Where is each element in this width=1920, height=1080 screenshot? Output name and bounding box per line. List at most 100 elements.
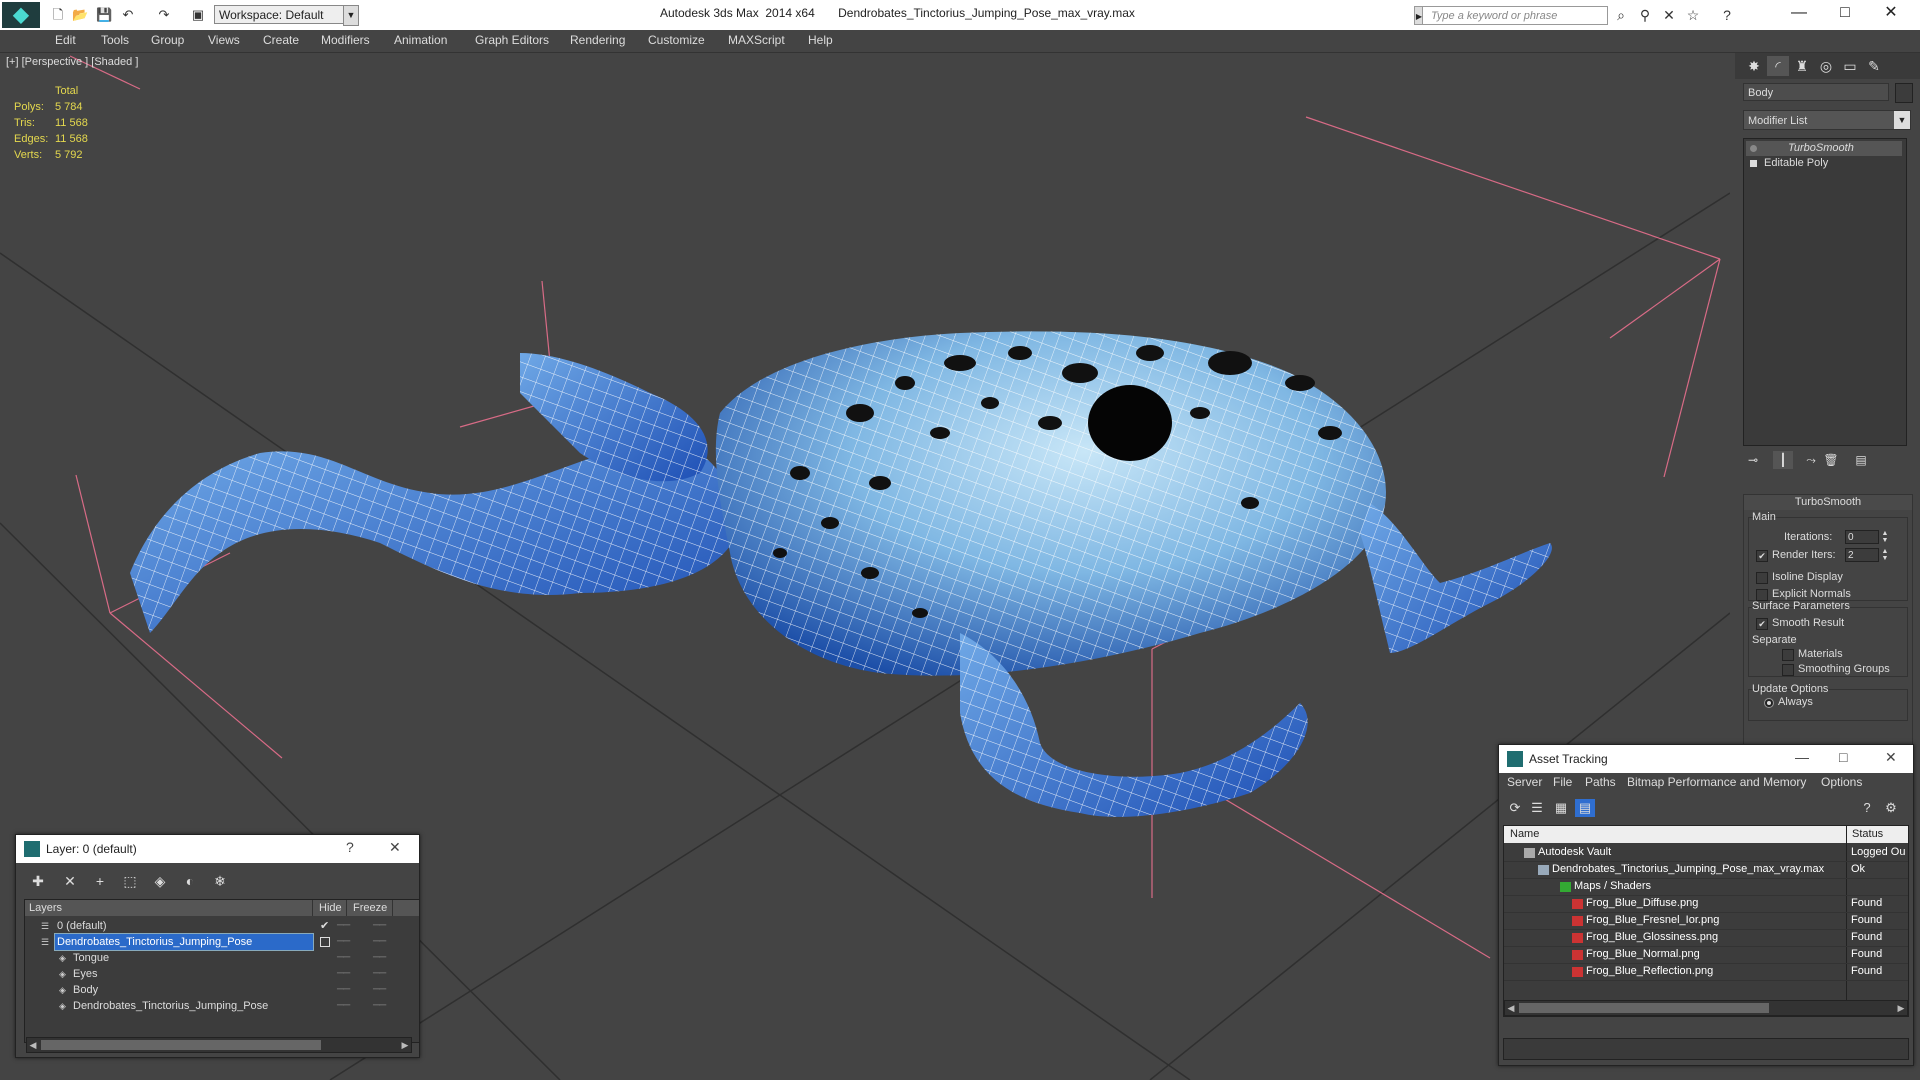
stack-item-editable-poly[interactable]: Editable Poly	[1746, 156, 1902, 171]
hide-toggle[interactable]: ──	[337, 918, 350, 934]
maximize-button[interactable]: □	[1822, 0, 1868, 26]
freeze-all-layers-icon[interactable]: ❄	[210, 871, 230, 891]
hide-column-header[interactable]: Hide	[315, 900, 347, 916]
scroll-right-icon[interactable]: ▶	[399, 1038, 411, 1052]
create-tab-icon[interactable]: ✸	[1743, 56, 1765, 76]
minimize-button[interactable]: —	[1776, 0, 1822, 26]
select-objects-icon[interactable]: ⬚	[120, 871, 140, 891]
display-tab-icon[interactable]: ▭	[1839, 56, 1861, 76]
render-iters-spinner[interactable]: 2	[1845, 548, 1879, 562]
name-column-header[interactable]: Name	[1510, 826, 1539, 843]
scroll-left-icon[interactable]: ◀	[1505, 1001, 1517, 1015]
iterations-spinner[interactable]: 0	[1845, 530, 1879, 544]
undo-icon[interactable]: ↶	[120, 7, 136, 23]
menu-options[interactable]: Options	[1821, 775, 1862, 789]
menu-create[interactable]: Create	[263, 33, 299, 47]
layer-row[interactable]: ☰ 0 (default) ✔ ── ──	[25, 918, 419, 934]
menu-group[interactable]: Group	[151, 33, 184, 47]
rollout-title[interactable]: TurboSmooth	[1744, 495, 1912, 510]
configure-sets-icon[interactable]: ▤	[1851, 451, 1871, 469]
highlight-layer-icon[interactable]: ◈	[150, 871, 170, 891]
menu-server[interactable]: Server	[1507, 775, 1542, 789]
asset-row[interactable]: Frog_Blue_Fresnel_Ior.png Found	[1504, 912, 1908, 930]
lightbulb-icon[interactable]	[1750, 145, 1757, 152]
modify-tab-icon[interactable]: ◜	[1767, 56, 1789, 76]
menu-graph-editors[interactable]: Graph Editors	[475, 33, 549, 47]
asset-row[interactable]: Autodesk Vault Logged Ou	[1504, 844, 1908, 862]
scroll-thumb[interactable]	[41, 1040, 321, 1050]
hierarchy-tab-icon[interactable]: ♜	[1791, 56, 1813, 76]
minimize-icon[interactable]: —	[1795, 749, 1809, 765]
freeze-toggle[interactable]: ──	[373, 998, 386, 1014]
hide-all-layers-icon[interactable]: ◐	[180, 871, 200, 891]
layer-row[interactable]: ◈ Body ── ──	[25, 982, 419, 998]
redo-icon[interactable]: ↷	[156, 7, 172, 23]
set-active-box[interactable]	[320, 937, 330, 947]
table-view-icon[interactable]: ▤	[1575, 799, 1595, 817]
menu-views[interactable]: Views	[208, 33, 240, 47]
menu-paths[interactable]: Paths	[1585, 775, 1616, 789]
hide-toggle[interactable]: ──	[337, 966, 350, 982]
favorites-star-icon[interactable]: ☆	[1684, 7, 1702, 23]
freeze-toggle[interactable]: ──	[373, 918, 386, 934]
show-end-result-icon[interactable]: ┃	[1773, 451, 1793, 469]
menu-edit[interactable]: Edit	[55, 33, 76, 47]
close-icon[interactable]: ✕	[1885, 749, 1897, 766]
app-menu-button[interactable]: ◆	[2, 2, 40, 28]
hide-toggle[interactable]: ──	[337, 934, 350, 950]
hide-toggle[interactable]: ──	[337, 998, 350, 1014]
workspace-dropdown[interactable]: Workspace: Default ▼	[214, 5, 358, 24]
help-icon[interactable]: ?	[1857, 799, 1877, 817]
menu-help[interactable]: Help	[808, 33, 833, 47]
menu-animation[interactable]: Animation	[394, 33, 447, 47]
stack-item-turbosmooth[interactable]: TurboSmooth	[1746, 141, 1902, 156]
asset-tracking-titlebar[interactable]: Asset Tracking — □ ✕	[1499, 745, 1913, 773]
scroll-thumb[interactable]	[1519, 1003, 1769, 1013]
scroll-left-icon[interactable]: ◀	[27, 1038, 39, 1052]
status-column-header[interactable]: Status	[1852, 826, 1883, 843]
hide-toggle[interactable]: ──	[337, 950, 350, 966]
add-to-layer-icon[interactable]: +	[90, 871, 110, 891]
asset-row[interactable]: Frog_Blue_Normal.png Found	[1504, 946, 1908, 964]
close-window-button[interactable]: ✕	[1868, 0, 1914, 26]
layer-horizontal-scrollbar[interactable]: ◀ ▶	[26, 1037, 412, 1053]
freeze-column-header[interactable]: Freeze	[349, 900, 393, 916]
maximize-icon[interactable]: □	[1839, 749, 1847, 765]
menu-bitmap-performance[interactable]: Bitmap Performance and Memory	[1627, 775, 1806, 789]
new-file-icon[interactable]: 🗋	[50, 7, 66, 23]
always-radio[interactable]	[1764, 698, 1774, 708]
layer-row[interactable]: ◈ Tongue ── ──	[25, 950, 419, 966]
layer-window-titlebar[interactable]: Layer: 0 (default) ? ✕	[16, 835, 419, 863]
freeze-toggle[interactable]: ──	[373, 934, 386, 950]
asset-row[interactable]: Frog_Blue_Glossiness.png Found	[1504, 929, 1908, 947]
detail-view-icon[interactable]: ▦	[1551, 799, 1571, 817]
asset-row[interactable]: Maps / Shaders	[1504, 878, 1908, 896]
menu-rendering[interactable]: Rendering	[570, 33, 625, 47]
layer-row[interactable]: ☰ Dendrobates_Tinctorius_Jumping_Pose ──…	[25, 933, 419, 951]
motion-tab-icon[interactable]: ◎	[1815, 56, 1837, 76]
communication-icon[interactable]: ✕	[1660, 7, 1678, 23]
binoculars-icon[interactable]: ⌕	[1612, 7, 1630, 23]
menu-maxscript[interactable]: MAXScript	[728, 33, 785, 47]
list-view-icon[interactable]: ☰	[1527, 799, 1547, 817]
remove-modifier-icon[interactable]: 🗑	[1821, 451, 1841, 469]
menu-modifiers[interactable]: Modifiers	[321, 33, 370, 47]
frog-model[interactable]	[130, 331, 1552, 817]
isoline-display-checkbox[interactable]	[1756, 572, 1768, 584]
asset-row[interactable]: Frog_Blue_Diffuse.png Found	[1504, 895, 1908, 913]
delete-layer-icon[interactable]: ✕	[60, 871, 80, 891]
materials-checkbox[interactable]	[1782, 649, 1794, 661]
layer-row[interactable]: ◈ Dendrobates_Tinctorius_Jumping_Pose ──…	[25, 998, 419, 1014]
subscription-icon[interactable]: ⚲	[1636, 7, 1654, 23]
layers-column-header[interactable]: Layers	[25, 900, 313, 916]
render-iters-checkbox[interactable]: ✔	[1756, 550, 1768, 562]
freeze-toggle[interactable]: ──	[373, 982, 386, 998]
layer-row[interactable]: ◈ Eyes ── ──	[25, 966, 419, 982]
create-layer-icon[interactable]: ✚	[28, 871, 48, 891]
settings-icon[interactable]: ⚙	[1881, 799, 1901, 817]
freeze-toggle[interactable]: ──	[373, 966, 386, 982]
menu-customize[interactable]: Customize	[648, 33, 705, 47]
open-file-icon[interactable]: 📂	[72, 7, 88, 23]
smooth-result-checkbox[interactable]: ✔	[1756, 618, 1768, 630]
asset-horizontal-scrollbar[interactable]: ◀ ▶	[1504, 1000, 1908, 1016]
